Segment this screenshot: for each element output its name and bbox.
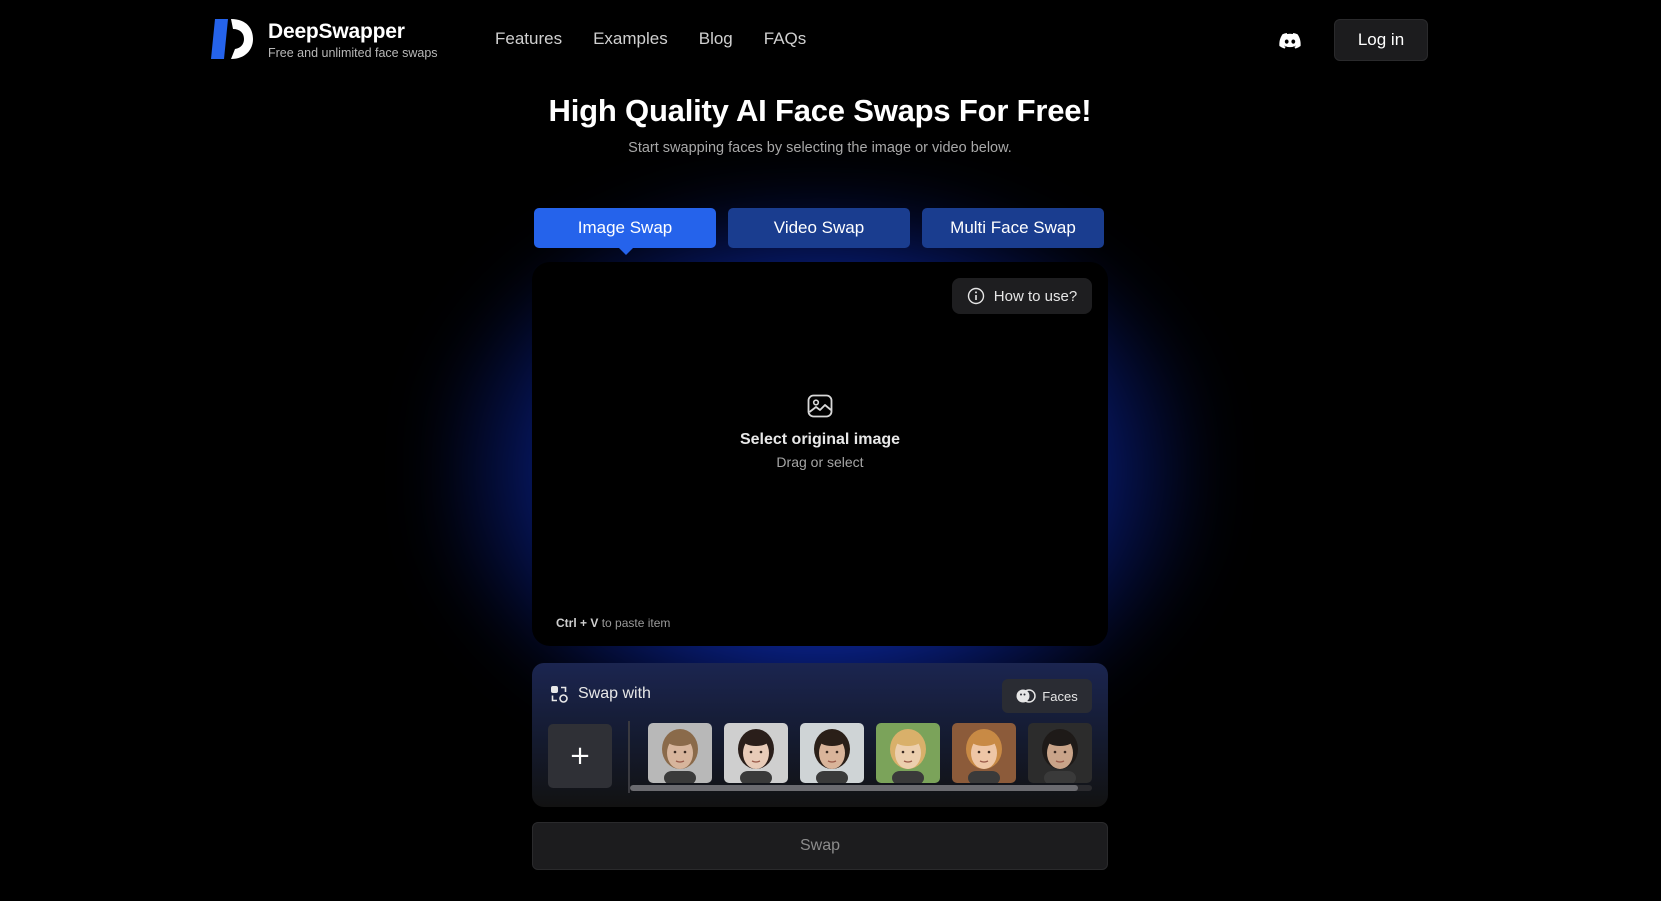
swap-with-label: Swap with [578, 685, 651, 702]
brand-name[interactable]: DeepSwapper [268, 20, 405, 44]
face-shape [759, 750, 763, 754]
face-shape [683, 750, 687, 754]
face-shape [673, 750, 677, 754]
paste-shortcut: Ctrl + V [556, 616, 599, 630]
faces-label: Faces [1042, 688, 1078, 704]
scrollbar-thumb[interactable] [630, 785, 1079, 791]
swap-faces-icon [551, 686, 568, 703]
face-shape [911, 750, 915, 754]
paste-hint-text: to paste item [601, 616, 671, 630]
face-thumbnail[interactable] [648, 723, 712, 783]
face-shape [825, 750, 829, 754]
face-shape [970, 732, 998, 746]
how-to-use-label: How to use? [993, 287, 1078, 305]
face-shape [742, 732, 770, 746]
image-icon [807, 394, 833, 418]
faces-button[interactable]: Faces [1002, 679, 1092, 713]
face-portrait [952, 723, 1016, 783]
page-subtitle: Start swapping faces by selecting the im… [628, 140, 1012, 156]
nav-features[interactable]: Features [495, 29, 562, 49]
face-thumbnails [648, 723, 1092, 783]
add-face-button[interactable]: + [548, 724, 612, 788]
main-nav: Features Examples Blog FAQs [495, 29, 806, 49]
login-button[interactable]: Log in [1334, 19, 1428, 61]
face-thumbnail[interactable] [724, 723, 788, 783]
swap-with-header: Swap with [550, 685, 651, 703]
info-icon [967, 287, 984, 305]
face-shape [1063, 750, 1067, 754]
face-shape [835, 750, 839, 754]
face-shape [987, 750, 991, 754]
tab-video-swap[interactable]: Video Swap [728, 208, 910, 248]
face-portrait [648, 723, 712, 783]
discord-icon[interactable] [1278, 29, 1302, 53]
upload-card: How to use? Select original image Drag o… [532, 262, 1108, 646]
face-portrait [1028, 723, 1092, 783]
face-shape [740, 771, 772, 783]
tab-image-swap[interactable]: Image Swap [534, 208, 716, 255]
face-shape [892, 771, 924, 783]
divider [628, 721, 630, 793]
paste-hint: Ctrl + V to paste item [556, 616, 670, 630]
face-thumbnail[interactable] [952, 723, 1016, 783]
face-shape [1046, 732, 1074, 746]
deepswapper-logo-icon[interactable] [211, 19, 253, 59]
nav-examples[interactable]: Examples [593, 29, 668, 49]
face-portrait [876, 723, 940, 783]
face-thumbnail[interactable] [800, 723, 864, 783]
how-to-use-button[interactable]: How to use? [952, 278, 1092, 314]
header: DeepSwapper Free and unlimited face swap… [0, 0, 1661, 80]
swap-mode-tabs: Image Swap Video Swap Multi Face Swap [534, 208, 1104, 255]
faces-scrollbar[interactable] [630, 785, 1092, 791]
brand-tagline: Free and unlimited face swaps [268, 46, 438, 60]
nav-blog[interactable]: Blog [699, 29, 733, 49]
image-drop-zone[interactable]: Select original image Drag or select [532, 392, 1108, 492]
face-shape [666, 732, 694, 746]
upload-title: Select original image [739, 431, 901, 448]
face-shape [664, 771, 696, 783]
nav-faqs[interactable]: FAQs [764, 29, 807, 49]
face-shape [968, 771, 1000, 783]
face-shape [1053, 750, 1057, 754]
face-shape [901, 750, 905, 754]
face-shape [1044, 771, 1076, 783]
face-portrait [800, 723, 864, 783]
face-shape [816, 771, 848, 783]
page-title: High Quality AI Face Swaps For Free! [548, 93, 1092, 128]
upload-subtitle: Drag or select [776, 454, 864, 470]
face-thumbnail[interactable] [1028, 723, 1092, 783]
tab-multi-face-swap[interactable]: Multi Face Swap [922, 208, 1104, 248]
face-portrait [724, 723, 788, 783]
face-shape [749, 750, 753, 754]
face-shape [977, 750, 981, 754]
face-shape [894, 732, 922, 746]
face-thumbnail[interactable] [876, 723, 940, 783]
swap-button[interactable]: Swap [532, 822, 1108, 870]
faces-icon [1016, 689, 1037, 703]
face-shape [818, 732, 846, 746]
swap-with-panel: Swap with Faces + [532, 663, 1108, 807]
